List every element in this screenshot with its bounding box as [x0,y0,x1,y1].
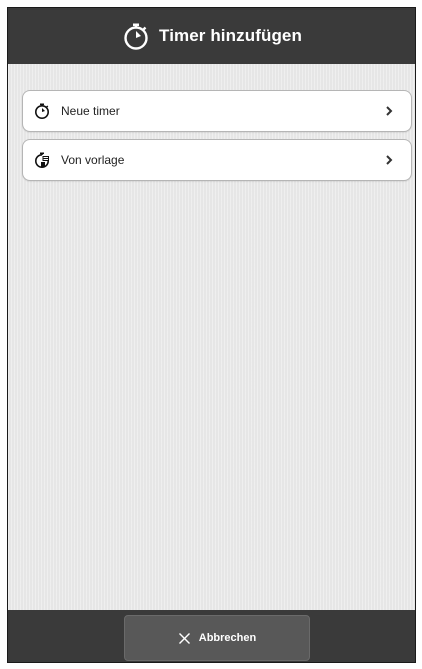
list-item-label: Neue timer [61,104,120,118]
stopwatch-icon [124,23,148,50]
chevron-right-icon [386,155,393,165]
page-title: Timer hinzufügen [159,26,302,45]
cancel-button[interactable]: Abbrechen [124,615,310,661]
close-icon [178,632,190,644]
options-list: Neue timer Von vorlage [8,64,415,612]
list-item-von-vorlage[interactable]: Von vorlage [22,139,412,181]
header: Timer hinzufügen [8,8,415,64]
stopwatch-icon [35,103,49,119]
cancel-button-label: Abbrechen [198,632,257,644]
list-item-neue-timer[interactable]: Neue timer [22,90,412,132]
app-window: Timer hinzufügen Neue timer Von vorlage … [7,7,416,663]
chevron-right-icon [386,106,393,116]
list-item-label: Von vorlage [61,153,125,167]
footer-bar: Abbrechen [8,610,415,662]
template-stopwatch-icon [35,152,49,168]
